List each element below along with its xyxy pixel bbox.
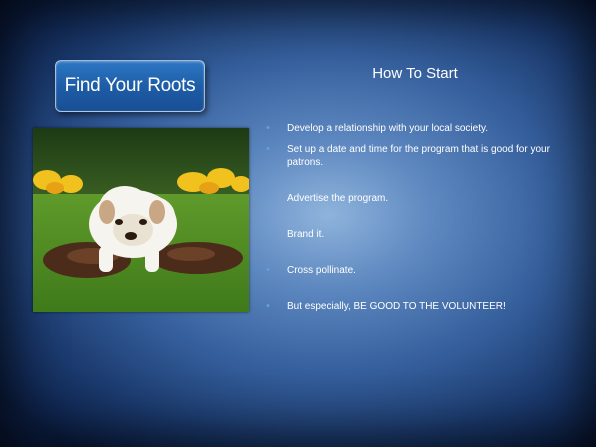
slide: Find Your Roots How To Start • Develop a… <box>0 0 596 447</box>
bullet-item: Advertise the program. <box>262 192 582 205</box>
dog-photo <box>33 128 251 312</box>
title-box: Find Your Roots <box>55 60 205 112</box>
bullet-item: Brand it. <box>262 228 582 241</box>
bullet-list: Develop a relationship with your local s… <box>262 122 582 313</box>
slide-title: Find Your Roots <box>64 75 196 96</box>
bullet-item: Develop a relationship with your local s… <box>262 122 582 135</box>
slide-heading: How To Start <box>372 65 458 82</box>
bullet-item: Set up a date and time for the program t… <box>262 143 582 169</box>
dog-photo-image <box>33 128 251 312</box>
bullet-item: Cross pollinate. <box>262 264 582 277</box>
bullet-item: But especially, BE GOOD TO THE VOLUNTEER… <box>262 300 582 313</box>
